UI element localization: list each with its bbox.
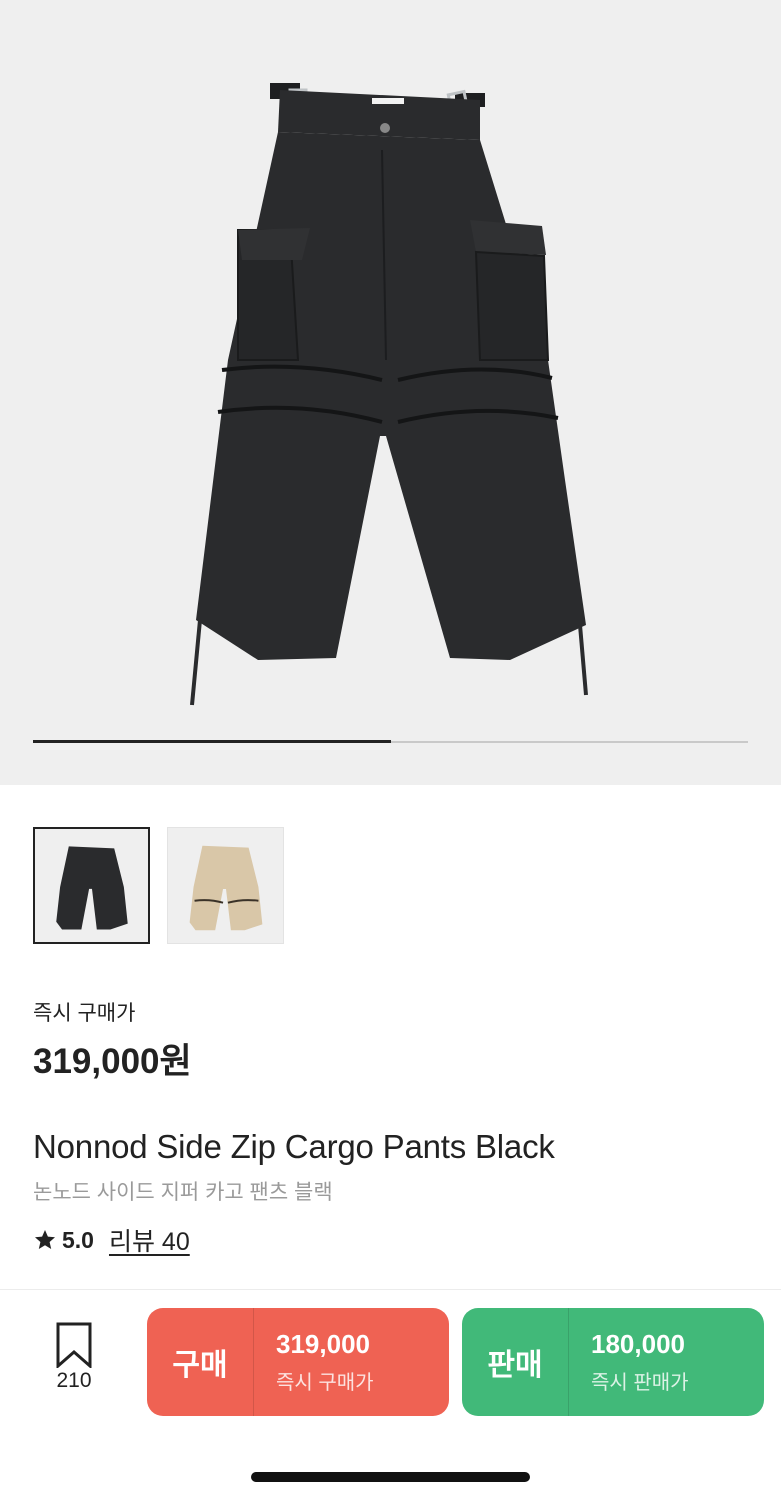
- buy-label: 구매: [172, 1349, 228, 1382]
- home-indicator[interactable]: [251, 1472, 530, 1482]
- sell-price-info: 180,000 즉시 판매가: [569, 1329, 689, 1395]
- color-thumbnail-list: [33, 827, 284, 944]
- instant-buy-price-label: 즉시 구매가: [33, 1002, 136, 1025]
- rating-score: 5.0: [62, 1226, 94, 1253]
- sell-button[interactable]: 판매 180,000 즉시 판매가: [462, 1308, 764, 1416]
- bookmark-count: 210: [56, 1369, 92, 1392]
- instant-buy-price: 319,000원: [33, 1042, 192, 1081]
- buy-price-caption: 즉시 구매가: [276, 1372, 374, 1394]
- bottom-bar-divider: [0, 1289, 781, 1290]
- product-name-ko: 논노드 사이드 지퍼 카고 팬츠 블랙: [33, 1181, 333, 1204]
- review-link[interactable]: 리뷰 40: [109, 1222, 190, 1258]
- product-name-en: Nonnod Side Zip Cargo Pants Black: [33, 1128, 555, 1165]
- product-image-gallery[interactable]: [0, 0, 781, 785]
- sell-label: 판매: [487, 1349, 543, 1382]
- rating-row: 5.0 리뷰 40: [33, 1222, 190, 1258]
- black-pants-thumbnail-image: [56, 846, 128, 930]
- buy-price-info: 319,000 즉시 구매가: [254, 1329, 374, 1395]
- black-pants-thumbnail[interactable]: [33, 827, 150, 944]
- buy-button[interactable]: 구매 319,000 즉시 구매가: [147, 1308, 449, 1416]
- beige-pants-thumbnail-image: [189, 845, 263, 931]
- gallery-progress-fill: [33, 740, 391, 743]
- sell-price-caption: 즉시 판매가: [591, 1372, 689, 1394]
- sell-price: 180,000: [591, 1329, 685, 1359]
- star-icon: [35, 1230, 55, 1249]
- beige-pants-thumbnail[interactable]: [167, 827, 284, 944]
- bookmark-icon: [56, 1322, 92, 1368]
- bookmark-button[interactable]: 210: [43, 1322, 105, 1393]
- gallery-progress-bar: [33, 740, 748, 743]
- product-image: [190, 83, 588, 706]
- buy-price: 319,000: [276, 1329, 370, 1359]
